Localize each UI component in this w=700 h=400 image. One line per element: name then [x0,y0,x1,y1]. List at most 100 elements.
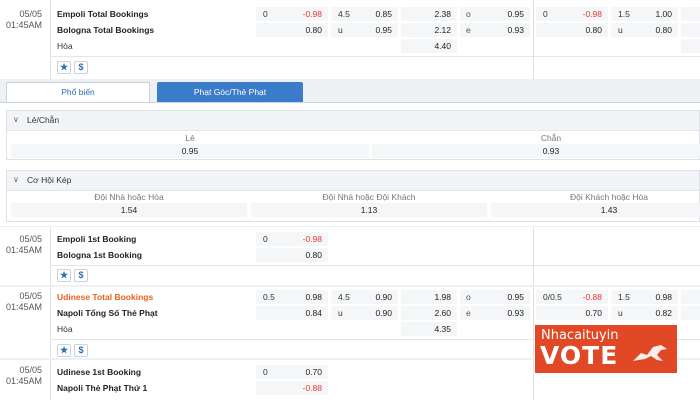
odds-value: -0.98 [302,9,322,19]
under-label: u [618,25,623,35]
home-team[interactable]: Empoli Total Bookings [57,9,148,19]
chevron-down-icon[interactable]: ∨ [13,175,19,184]
even-odds[interactable]: e 0.93 [460,306,530,320]
chevron-down-icon[interactable]: ∨ [13,115,19,124]
odds-value: 0.95 [375,25,392,35]
favorite-star-icon[interactable]: ★ [57,344,71,357]
h1-handicap-away-odds[interactable]: 0.70 [536,306,608,320]
away-or-draw-odds[interactable]: 1.43 [491,203,700,217]
odd-odds[interactable]: o 0.95 [460,290,530,304]
h1-over-odds[interactable]: 1.5 1.00 [611,7,678,21]
next-odds-cell[interactable] [681,290,700,304]
away-team[interactable]: Bologna Total Bookings [57,25,154,35]
handicap-home-odds[interactable]: 0 -0.98 [256,7,328,21]
handicap-away-odds[interactable]: 0.80 [256,248,328,262]
favorite-star-icon[interactable]: ★ [57,61,71,74]
odds-value: 0.80 [655,25,672,35]
handicap-home-odds[interactable]: 0 -0.98 [256,232,328,246]
dollar-icon[interactable]: $ [74,344,88,357]
odd-odds[interactable]: o 0.95 [460,7,530,21]
home-team[interactable]: Udinese 1st Booking [57,367,141,377]
h1-handicap-home-odds[interactable]: 0 -0.98 [536,7,608,21]
home-or-draw-odds[interactable]: 1.54 [11,203,247,217]
1x2-home-odds[interactable]: 2.38 [401,7,457,21]
h1-handicap-home-odds[interactable]: 0/0.5 -0.88 [536,290,608,304]
under-label: u [338,308,343,318]
odds-value: -0.88 [582,292,602,302]
match-time: 01:45AM [5,20,42,30]
handicap-line: 0 [263,9,268,19]
next-odds-cell[interactable] [681,7,700,21]
odds-value: 0.90 [375,308,392,318]
odds-value: 2.60 [434,308,451,318]
double-chance-panel: ∨ Cơ Hội Kép Đội Nhà hoặc Hòa 1.54 Đội N… [6,170,700,222]
h1-handicap-away-odds[interactable]: 0.80 [536,23,608,37]
away-team[interactable]: Napoli Tổng Số Thẻ Phạt [57,308,158,318]
ou-line: 4.5 [338,292,350,302]
under-label: u [618,308,623,318]
home-team[interactable]: Udinese Total Bookings [57,292,153,302]
handicap-home-odds[interactable]: 0 0.70 [256,365,328,379]
watermark-logo: Nhacaituyin VOTE [535,325,677,373]
handicap-away-odds[interactable]: 0.80 [256,23,328,37]
dollar-icon[interactable]: $ [74,269,88,282]
1x2-away-odds[interactable]: 2.12 [401,23,457,37]
match-row-empoli-bologna-1st-booking: 05/05 01:45AM Empoli 1st Booking Bologna… [0,227,700,285]
1x2-home-odds[interactable]: 1.98 [401,290,457,304]
match-time: 01:45AM [5,245,42,255]
odds-value: 0.82 [655,308,672,318]
handicap-line: 0/0.5 [543,292,562,302]
handicap-away-odds[interactable]: 0.84 [256,306,328,320]
under-odds[interactable]: u 0.95 [331,23,398,37]
home-team[interactable]: Empoli 1st Booking [57,234,136,244]
h1-over-odds[interactable]: 1.5 0.98 [611,290,678,304]
divider [533,227,534,285]
odds-value: 1.98 [434,292,451,302]
1x2-draw-odds[interactable]: 4.35 [401,322,457,336]
panel-header[interactable]: ∨ Cơ Hội Kép [7,171,699,191]
away-team[interactable]: Bologna 1st Booking [57,250,142,260]
odd-label: Lẻ [185,133,195,143]
odds-value: -0.88 [302,383,322,393]
ou-line: 1.5 [618,9,630,19]
divider [50,0,51,79]
odds-value: 2.38 [434,9,451,19]
favorite-star-icon[interactable]: ★ [57,269,71,282]
tab-corners-cards[interactable]: Phạt Góc/Thẻ Phạt [157,82,303,103]
home-or-away-label: Đội Nhà hoặc Đội Khách [322,192,416,202]
next-odds-cell[interactable] [681,39,700,53]
1x2-away-odds[interactable]: 2.60 [401,306,457,320]
handicap-home-odds[interactable]: 0.5 0.98 [256,290,328,304]
home-or-draw-label: Đội Nhà hoặc Hòa [94,192,164,202]
horse-icon [633,345,667,361]
away-team[interactable]: Napoli Thẻ Phạt Thứ 1 [57,383,147,393]
tab-popular[interactable]: Phổ biến [6,82,150,103]
odd-odds[interactable]: 0.95 [11,144,369,158]
odds-value: 0.80 [305,250,322,260]
handicap-line: 0.5 [263,292,275,302]
home-or-away-odds[interactable]: 1.13 [251,203,487,217]
even-odds[interactable]: 0.93 [372,144,700,158]
odds-value: 2.12 [434,25,451,35]
next-odds-cell[interactable] [681,23,700,37]
over-odds[interactable]: 4.5 0.90 [331,290,398,304]
even-odds[interactable]: e 0.93 [460,23,530,37]
draw-label: Hòa [57,324,73,334]
over-odds[interactable]: 4.5 0.85 [331,7,398,21]
match-row-empoli-bologna-bookings: 05/05 01:45AM Empoli Total Bookings Bolo… [0,0,700,79]
divider [533,287,534,358]
handicap-away-odds[interactable]: -0.88 [256,381,328,395]
panel-header[interactable]: ∨ Lẻ/Chẵn [7,111,699,131]
odds-value: -0.98 [302,234,322,244]
divider [50,56,700,57]
next-odds-cell[interactable] [681,306,700,320]
dollar-icon[interactable]: $ [74,61,88,74]
1x2-draw-odds[interactable]: 4.40 [401,39,457,53]
odds-value: 0.70 [585,308,602,318]
odds-value: 4.35 [434,324,451,334]
under-odds[interactable]: u 0.90 [331,306,398,320]
match-date: 05/05 [19,9,42,19]
h1-under-odds[interactable]: u 0.80 [611,23,678,37]
odds-value: 1.00 [655,9,672,19]
h1-under-odds[interactable]: u 0.82 [611,306,678,320]
